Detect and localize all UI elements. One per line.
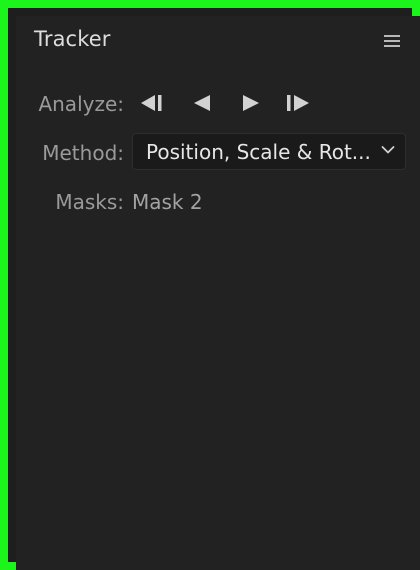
track-forward-one-frame-button[interactable] (284, 92, 314, 114)
method-label: Method: (42, 141, 124, 165)
track-backward-one-frame-button[interactable] (138, 92, 168, 114)
step-backward-icon (141, 95, 162, 111)
track-forward-button[interactable] (239, 92, 263, 114)
method-selected-value: Position, Scale & Rot... (146, 140, 371, 164)
chevron-down-icon (381, 146, 395, 154)
masks-label: Masks: (55, 190, 124, 214)
masks-value: Mask 2 (132, 190, 203, 214)
panel-menu-icon[interactable] (384, 34, 400, 48)
tracker-panel: Tracker Analyze: Method: Position, Scale… (16, 16, 420, 570)
play-backward-icon (194, 95, 210, 111)
track-backward-button[interactable] (190, 92, 214, 114)
play-forward-icon (243, 95, 259, 111)
highlight-frame: Tracker Analyze: Method: Position, Scale… (0, 0, 420, 570)
step-forward-icon (287, 95, 309, 111)
method-dropdown[interactable]: Position, Scale & Rot... (132, 133, 406, 170)
analyze-label: Analyze: (38, 92, 124, 116)
panel-title: Tracker (34, 27, 111, 51)
